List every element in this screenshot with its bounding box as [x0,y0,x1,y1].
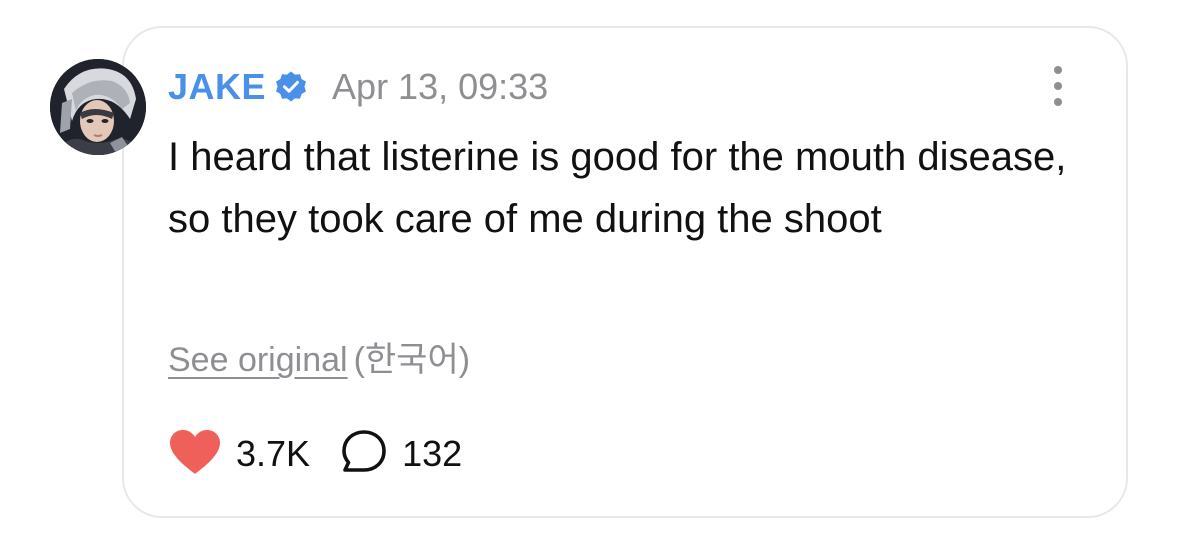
heart-icon [168,428,222,481]
original-language-label: (한국어) [353,341,471,379]
comments-count: 132 [402,433,463,474]
post-timestamp: Apr 13, 09:33 [332,66,549,107]
post-header: JAKE Apr 13, 09:33 [168,64,548,110]
avatar[interactable] [50,59,146,155]
post-actions: 3.7K 132 [168,428,462,480]
like-button[interactable]: 3.7K [168,428,310,481]
likes-count: 3.7K [236,433,311,474]
comment-button[interactable]: 132 [340,428,462,481]
avatar-image [50,59,146,155]
author-name[interactable]: JAKE [168,66,266,108]
speech-bubble-icon [340,428,388,481]
see-original-row: See original (한국어) [168,332,470,381]
post-text: I heard that listerine is good for the m… [168,135,1067,241]
verified-badge-icon [274,70,308,104]
see-original-link[interactable]: See original [168,341,348,379]
more-vertical-icon[interactable] [1040,66,1076,106]
